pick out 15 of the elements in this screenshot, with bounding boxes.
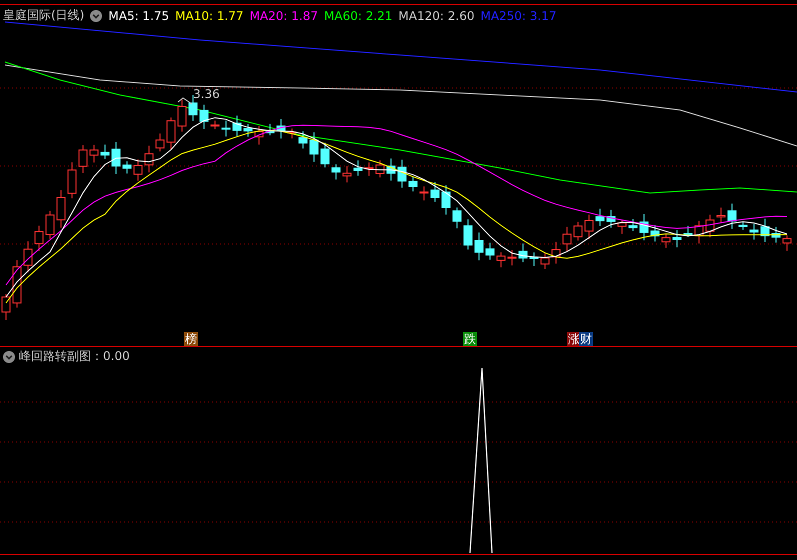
- signal-tag: 跌: [463, 332, 477, 346]
- stock-title: 皇庭国际(日线): [3, 7, 84, 24]
- ma-legend-item: MA5: 1.75: [108, 8, 170, 22]
- indicator-title: 峰回路转副图：0.00: [19, 348, 130, 365]
- chevron-circle-icon[interactable]: [90, 10, 102, 22]
- ma-legend-item: MA20: 1.87: [250, 8, 318, 22]
- ma-legend-item: MA120: 2.60: [398, 8, 474, 22]
- signal-tag: 财: [579, 332, 593, 346]
- price-label: 3.36: [193, 87, 220, 101]
- leader-line: [178, 97, 192, 104]
- chevron-circle-icon[interactable]: [3, 350, 15, 362]
- ma-legend-item: MA60: 2.21: [324, 8, 392, 22]
- signal-tag: 榜: [184, 332, 198, 346]
- ma-legend-item: MA250: 3.17: [480, 8, 557, 22]
- ma-legend-item: MA10: 1.77: [175, 8, 244, 22]
